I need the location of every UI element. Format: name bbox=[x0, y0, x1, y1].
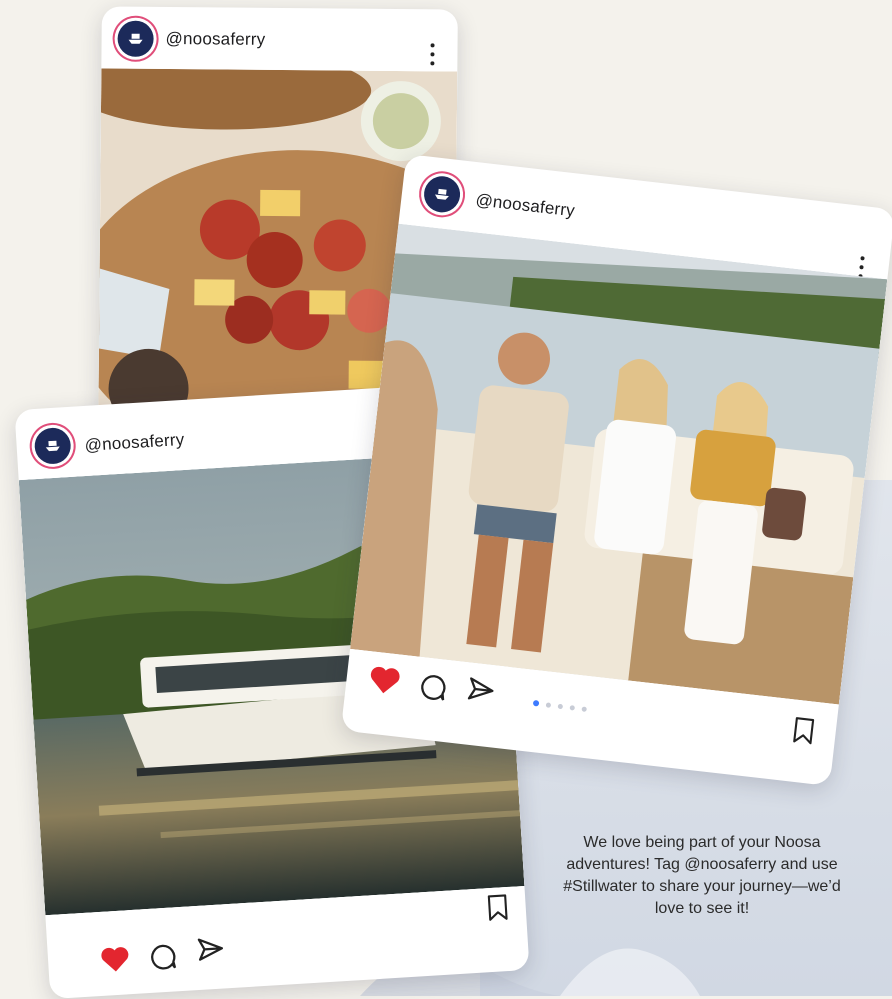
post-handle[interactable]: @noosaferry bbox=[475, 190, 576, 221]
friends-photo bbox=[350, 223, 888, 705]
bookmark-icon[interactable] bbox=[790, 715, 817, 746]
call-to-action-text: We love being part of your Noosa adventu… bbox=[563, 834, 841, 917]
heart-icon[interactable] bbox=[367, 663, 402, 696]
comment-icon[interactable] bbox=[147, 941, 179, 973]
post-handle[interactable]: @noosaferry bbox=[84, 430, 185, 456]
send-icon[interactable] bbox=[465, 674, 498, 707]
post-header: @noosaferry bbox=[101, 6, 458, 71]
comment-icon[interactable] bbox=[417, 671, 450, 704]
boat-logo-icon bbox=[45, 440, 60, 452]
carousel-dot[interactable] bbox=[581, 705, 588, 712]
heart-icon[interactable] bbox=[99, 944, 131, 974]
boat-logo-icon bbox=[435, 188, 449, 200]
carousel-indicator[interactable] bbox=[532, 699, 588, 712]
more-options-icon[interactable] bbox=[429, 43, 435, 66]
carousel-dot[interactable] bbox=[545, 701, 552, 708]
send-icon[interactable] bbox=[195, 934, 227, 966]
post-card-friends: @noosaferry bbox=[340, 154, 892, 786]
avatar[interactable] bbox=[117, 20, 154, 57]
carousel-dot[interactable] bbox=[569, 704, 576, 711]
carousel-dot[interactable] bbox=[557, 703, 564, 709]
bookmark-icon[interactable] bbox=[485, 893, 511, 922]
post-handle[interactable]: @noosaferry bbox=[166, 29, 266, 50]
avatar[interactable] bbox=[33, 426, 72, 465]
avatar[interactable] bbox=[422, 174, 462, 215]
boat-logo-icon bbox=[128, 33, 143, 44]
carousel-dot-active[interactable] bbox=[532, 699, 540, 707]
